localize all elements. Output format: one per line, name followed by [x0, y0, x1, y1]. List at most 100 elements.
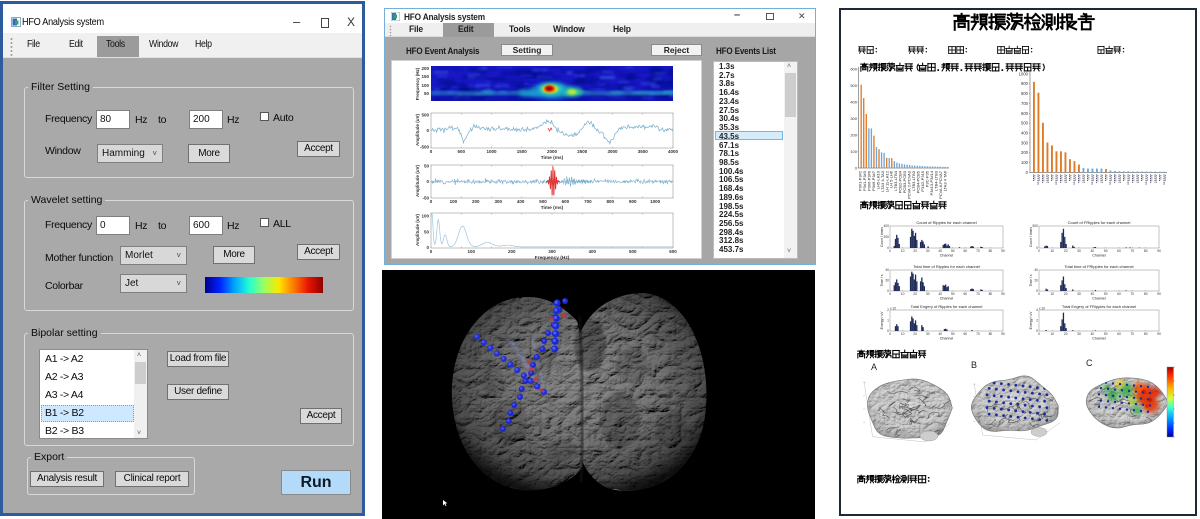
- svg-text:-500: -500: [420, 145, 430, 150]
- svg-text:0: 0: [1026, 170, 1029, 175]
- svg-text:60: 60: [963, 292, 967, 296]
- svg-text:90: 90: [1157, 249, 1161, 253]
- svg-text:30: 30: [1077, 292, 1081, 296]
- svg-text:60: 60: [963, 332, 967, 336]
- svg-text:10: 10: [1050, 292, 1054, 296]
- svg-text:Amplitude (uV): Amplitude (uV): [415, 214, 420, 246]
- svg-text:500: 500: [1021, 121, 1029, 126]
- svg-text:Total Engery of Ripples for ea: Total Engery of Ripples for each channel: [911, 304, 983, 309]
- svg-text:90: 90: [1001, 249, 1005, 253]
- svg-text:10: 10: [1050, 332, 1054, 336]
- svg-text:Amplitude (uV): Amplitude (uV): [415, 165, 420, 197]
- svg-text:1500: 1500: [517, 149, 528, 154]
- svg-text:2000: 2000: [547, 149, 558, 154]
- svg-text:100: 100: [421, 83, 429, 88]
- svg-text:Channel: Channel: [940, 254, 954, 258]
- svg-text:Channel: Channel: [1092, 337, 1106, 341]
- svg-text:1000: 1000: [650, 199, 661, 204]
- svg-text:10: 10: [901, 249, 905, 253]
- svg-text:70: 70: [1130, 332, 1134, 336]
- svg-text:20: 20: [1034, 279, 1038, 283]
- svg-text:20: 20: [1064, 249, 1068, 253]
- svg-text:0: 0: [889, 332, 891, 336]
- svg-text:500: 500: [539, 199, 547, 204]
- svg-text:3500: 3500: [638, 149, 649, 154]
- svg-text:80: 80: [989, 332, 993, 336]
- svg-text:Count of FRipples for each cha: Count of FRipples for each channel: [1068, 220, 1131, 225]
- svg-text:LTA3 4 TA6: LTA3 4 TA6: [942, 170, 947, 191]
- svg-text:400: 400: [589, 249, 597, 254]
- svg-text:2: 2: [887, 308, 889, 312]
- svg-text:30: 30: [1077, 249, 1081, 253]
- svg-text:300: 300: [1021, 140, 1029, 145]
- svg-text:300: 300: [494, 199, 502, 204]
- svg-text:1000: 1000: [486, 149, 497, 154]
- svg-text:500: 500: [629, 249, 637, 254]
- svg-text:90: 90: [1001, 332, 1005, 336]
- svg-text:10: 10: [901, 332, 905, 336]
- svg-text:0: 0: [430, 249, 433, 254]
- svg-text:70: 70: [976, 292, 980, 296]
- svg-text:70: 70: [976, 249, 980, 253]
- svg-text:600: 600: [1021, 111, 1029, 116]
- svg-text:50: 50: [1104, 249, 1108, 253]
- svg-text:0: 0: [426, 179, 429, 184]
- svg-text:400: 400: [850, 99, 857, 104]
- svg-text:90: 90: [1157, 332, 1161, 336]
- svg-text:0: 0: [430, 199, 433, 204]
- svg-text:20: 20: [913, 249, 917, 253]
- svg-text:Energy / uV: Energy / uV: [1029, 311, 1033, 329]
- svg-text:200: 200: [1021, 150, 1029, 155]
- svg-text:Channel: Channel: [940, 337, 954, 341]
- svg-text:2: 2: [1036, 319, 1038, 323]
- svg-text:30: 30: [926, 332, 930, 336]
- svg-text:300: 300: [548, 249, 556, 254]
- svg-text:50: 50: [951, 332, 955, 336]
- svg-text:80: 80: [1144, 292, 1148, 296]
- svg-text:60: 60: [1117, 249, 1121, 253]
- svg-text:600: 600: [850, 66, 857, 71]
- svg-text:40: 40: [1090, 292, 1094, 296]
- svg-text:Energy / uV: Energy / uV: [880, 311, 884, 329]
- svg-text:40: 40: [885, 268, 889, 272]
- svg-text:Total time of FRipples for eac: Total time of FRipples for each channel: [1064, 264, 1133, 269]
- svg-text:Count of Ripples for each chan: Count of Ripples for each channel: [916, 220, 976, 225]
- svg-text:900: 900: [1021, 81, 1029, 86]
- svg-text:400: 400: [883, 224, 889, 228]
- svg-text:30: 30: [926, 292, 930, 296]
- svg-text:3000: 3000: [607, 149, 618, 154]
- svg-text:90: 90: [1157, 292, 1161, 296]
- svg-text:10: 10: [901, 292, 905, 296]
- svg-text:70: 70: [976, 332, 980, 336]
- svg-text:Total Engery of FRipples for e: Total Engery of FRipples for each channe…: [1062, 304, 1136, 309]
- svg-text:Time / s: Time / s: [1029, 274, 1033, 286]
- svg-text:Amplitude (uV): Amplitude (uV): [415, 114, 420, 146]
- svg-text:500: 500: [850, 83, 857, 88]
- svg-text:70: 70: [1130, 249, 1134, 253]
- svg-text:0: 0: [855, 165, 858, 170]
- svg-text:100: 100: [850, 149, 857, 154]
- svg-text:30: 30: [1077, 332, 1081, 336]
- svg-text:x 10: x 10: [1039, 307, 1045, 311]
- svg-text:Time (ms): Time (ms): [541, 155, 564, 161]
- svg-text:Count / times: Count / times: [1029, 227, 1033, 247]
- svg-text:0: 0: [430, 149, 433, 154]
- svg-text:500: 500: [457, 149, 465, 154]
- svg-text:400: 400: [1021, 131, 1029, 136]
- svg-text:B: B: [971, 360, 977, 370]
- svg-text:Channel: Channel: [940, 297, 954, 301]
- svg-text:700: 700: [584, 199, 592, 204]
- svg-text:60: 60: [963, 249, 967, 253]
- svg-text:700: 700: [1021, 101, 1029, 106]
- svg-text:C: C: [1086, 358, 1093, 368]
- svg-text:50: 50: [1104, 332, 1108, 336]
- svg-text:150: 150: [421, 74, 429, 79]
- svg-text:Count / times: Count / times: [880, 227, 884, 247]
- svg-text:Time / s: Time / s: [880, 274, 884, 286]
- svg-text:-50: -50: [422, 196, 429, 201]
- svg-text:0: 0: [889, 249, 891, 253]
- svg-text:60: 60: [1117, 292, 1121, 296]
- svg-text:50: 50: [424, 164, 430, 169]
- svg-text:70: 70: [1130, 292, 1134, 296]
- svg-text:80: 80: [989, 292, 993, 296]
